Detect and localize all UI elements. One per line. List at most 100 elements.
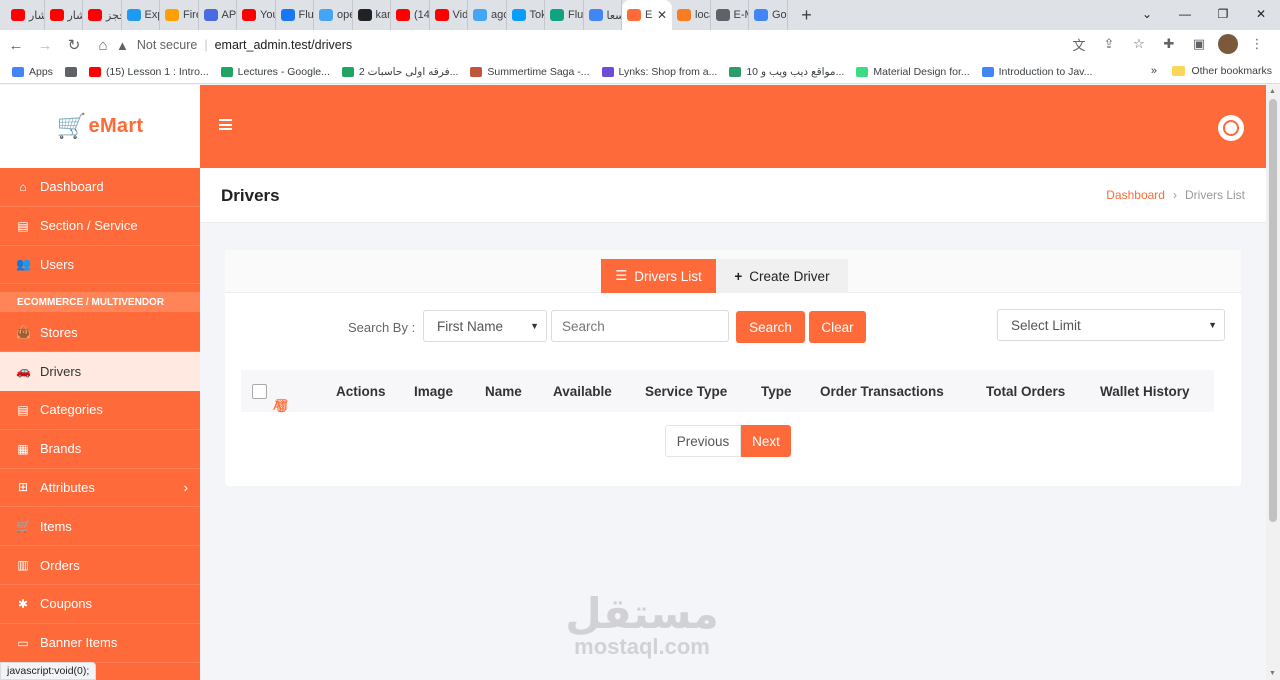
bookmark-item[interactable]: Material Design for...	[856, 65, 970, 78]
browser-tab-label: APIs	[221, 9, 237, 21]
browser-tab[interactable]: Flutt	[276, 0, 314, 30]
warning-icon: ▲	[116, 37, 129, 53]
drive-icon	[341, 66, 354, 77]
bookmark-item[interactable]: (15) Lesson 1 : Intro...	[88, 66, 209, 78]
sidebar-item-orders[interactable]: ▥ Orders	[0, 546, 200, 585]
browser-tab[interactable]: Expl	[122, 0, 160, 30]
translate-icon[interactable]: 文	[1068, 33, 1090, 55]
bookmark-item[interactable]: فرقه اولى حاسبات 2...	[341, 65, 459, 78]
shopping-bag-icon: 👜	[16, 325, 31, 340]
breadcrumb-dashboard-link[interactable]: Dashboard	[1106, 188, 1165, 202]
bookmark-item[interactable]	[64, 66, 77, 77]
search-input[interactable]: Search	[551, 310, 729, 342]
sidebar-item-brands[interactable]: ▦ Brands	[0, 430, 200, 469]
bookmarks-overflow-button[interactable]: »	[1151, 65, 1157, 77]
bookmark-item[interactable]: Lynks: Shop from a...	[601, 66, 717, 78]
select-all-checkbox[interactable]	[252, 384, 267, 399]
forward-button[interactable]: →	[32, 32, 58, 58]
scroll-up-arrow-icon[interactable]: ▲	[1269, 88, 1276, 95]
side-panel-icon[interactable]: ▣	[1188, 33, 1210, 55]
sidebar-item-coupons[interactable]: ✱ Coupons	[0, 585, 200, 624]
tab-drivers-list[interactable]: ☰ Drivers List	[601, 259, 716, 293]
browser-tab[interactable]: loca	[672, 0, 711, 30]
sidebar-item-label: Orders	[40, 557, 80, 573]
bookmark-label: Material Design for...	[873, 65, 970, 78]
page-scrollbar[interactable]: ▲ ▼	[1266, 85, 1280, 680]
reload-button[interactable]: ↻	[61, 32, 87, 58]
next-page-button[interactable]: Next	[741, 425, 791, 457]
new-tab-button[interactable]: +	[794, 0, 820, 30]
sidebar-item-label: Users	[40, 256, 74, 272]
browser-tab[interactable]: شار	[6, 0, 45, 30]
lynks-icon	[601, 66, 614, 77]
browser-tab[interactable]: (141	[391, 0, 430, 30]
security-label: Not secure	[136, 38, 198, 52]
sidebar-item-label: Coupons	[40, 596, 93, 612]
bookmark-item[interactable]: Lectures - Google...	[220, 66, 330, 78]
browser-tab[interactable]: اسعا	[584, 0, 622, 30]
browser-tab[interactable]: APIs	[199, 0, 237, 30]
bookmark-item[interactable]: 10 مواقع ديب ويب و...	[729, 66, 844, 78]
browser-tab[interactable]: E-M	[711, 0, 749, 30]
browser-tab[interactable]: احجز	[83, 0, 122, 30]
sidebar-item-banner-items[interactable]: ▭ Banner Items	[0, 624, 200, 663]
leaf-icon	[729, 66, 742, 77]
browser-tab[interactable]: Toke	[507, 0, 545, 30]
menu-kebab-icon[interactable]: ⋮	[1246, 33, 1268, 55]
sidebar-item-label: Items	[40, 518, 72, 534]
clear-button[interactable]: Clear	[809, 311, 866, 343]
share-icon[interactable]: ⇪	[1098, 33, 1120, 55]
search-by-select[interactable]: First Name ▼	[423, 310, 547, 342]
search-by-label: Search By :	[348, 320, 416, 335]
brand-logo[interactable]: 🛒 eMart	[0, 85, 200, 168]
limit-select-value: Select Limit	[1011, 317, 1081, 333]
browser-tab[interactable]: Vide	[430, 0, 468, 30]
user-avatar-icon[interactable]	[1218, 115, 1244, 141]
column-header: Name	[485, 384, 522, 399]
browser-tab[interactable]: ope	[314, 0, 353, 30]
bookmark-item[interactable]: Apps	[12, 66, 53, 78]
sidebar-item-section-service[interactable]: ▤ Section / Service	[0, 207, 200, 246]
previous-page-button[interactable]: Previous	[665, 425, 741, 457]
sidebar-item-dashboard[interactable]: ⌂ Dashboard	[0, 168, 200, 207]
scroll-down-arrow-icon[interactable]: ▼	[1269, 670, 1276, 677]
tab-create-driver[interactable]: + Create Driver	[716, 259, 848, 293]
back-button[interactable]: ←	[3, 32, 29, 58]
browser-tab[interactable]: YouT	[237, 0, 276, 30]
maximize-button[interactable]: ❐	[1204, 0, 1242, 28]
sidebar-item-attributes[interactable]: ⊞ Attributes ›	[0, 469, 200, 508]
close-tab-icon[interactable]: ✕	[657, 8, 667, 22]
browser-tab[interactable]: Goo	[749, 0, 788, 30]
delete-all-label: All	[273, 398, 288, 413]
browser-tab[interactable]: شار	[45, 0, 83, 30]
tab-search-icon[interactable]: ⌄	[1128, 0, 1166, 28]
github-icon	[357, 9, 372, 21]
browser-tab[interactable]: Flutt	[545, 0, 584, 30]
profile-avatar[interactable]	[1218, 34, 1238, 54]
browser-tab[interactable]: Fireb	[160, 0, 199, 30]
browser-tab[interactable]: agor	[468, 0, 507, 30]
address-bar[interactable]: ▲ Not secure | emart_admin.test/drivers	[116, 33, 1166, 57]
search-button[interactable]: Search	[736, 311, 805, 343]
limit-select[interactable]: Select Limit ▼	[997, 309, 1225, 341]
bookmark-label: فرقه اولى حاسبات 2...	[358, 65, 459, 78]
sidebar-item-stores[interactable]: 👜 Stores	[0, 313, 200, 353]
hamburger-menu-icon[interactable]	[219, 119, 232, 130]
browser-tab[interactable]: E ✕	[622, 0, 672, 30]
other-bookmarks[interactable]: Other bookmarks	[1172, 65, 1272, 77]
bookmark-star-icon[interactable]: ☆	[1128, 33, 1150, 55]
sidebar-item-items[interactable]: 🛒 Items	[0, 507, 200, 547]
home-button[interactable]: ⌂	[90, 32, 116, 58]
sidebar-item-drivers[interactable]: 🚗 Drivers	[0, 352, 200, 391]
browser-tab-label: شار	[29, 9, 44, 22]
scroll-thumb[interactable]	[1269, 99, 1277, 522]
sidebar-item-categories[interactable]: ▤ Categories	[0, 391, 200, 430]
minimize-button[interactable]: —	[1166, 0, 1204, 28]
close-window-button[interactable]: ✕	[1242, 0, 1280, 28]
browser-tab[interactable]: kam	[353, 0, 391, 30]
youtube-icon	[11, 9, 25, 21]
sidebar-item-users[interactable]: 👥 Users	[0, 246, 200, 285]
bookmark-item[interactable]: Introduction to Jav...	[981, 66, 1092, 78]
extensions-icon[interactable]: ✚	[1158, 33, 1180, 55]
bookmark-item[interactable]: Summertime Saga -...	[470, 66, 590, 78]
